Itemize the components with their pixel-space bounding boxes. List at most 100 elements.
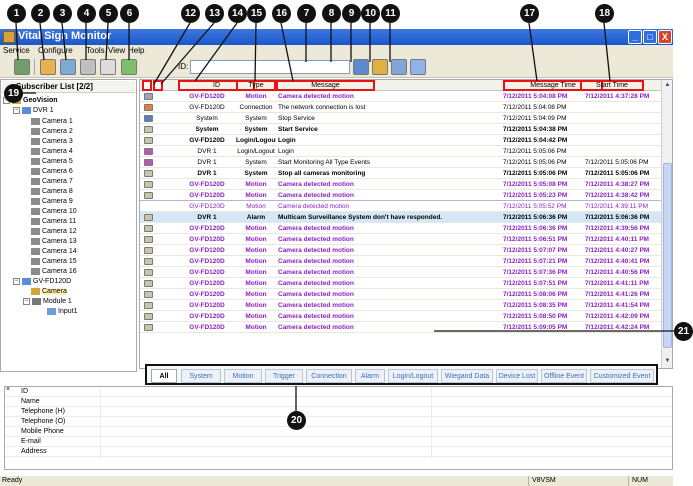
table-row[interactable]: GV-FD120D Motion Camera detected motion 7/1… [140,179,662,190]
table-row[interactable]: GV-FD120D Login/Logout Login 7/12/2011 5:04… [140,135,662,146]
table-row[interactable]: GV-FD120D Motion Camera detected motion 7/1… [140,234,662,245]
export-icon[interactable] [121,59,137,75]
menu-service[interactable]: Service [3,46,30,55]
start-service-icon[interactable] [14,59,30,75]
collapse-icon[interactable]: − [13,106,20,114]
tree-node-camera[interactable]: Camera 11 [31,217,76,227]
menu-configure[interactable]: Configure [38,46,73,55]
tab-wiegand-data[interactable]: Wiegand Data [441,369,493,383]
menu-view[interactable]: View [108,46,125,55]
table-row[interactable]: GV-FD120D Motion Camera detected motion 7/1… [140,322,662,333]
id-search-input[interactable] [190,60,350,74]
tree-node-input[interactable]: Input1 [47,307,77,317]
collapse-icon[interactable]: − [23,297,30,305]
app-icon [3,31,15,43]
tab-connection[interactable]: Connection [306,369,352,383]
filter-funnel-icon[interactable] [142,80,152,91]
subscriber-tree-panel[interactable]: Subscriber List [2/2] −GeoVision −DVR 1 … [0,79,137,372]
tree-node-dvr1[interactable]: − DVR 1 [13,106,54,116]
table-scrollbar[interactable]: ▲ ▼ [661,80,672,368]
tree-node-camera[interactable]: Camera 1 [31,117,73,127]
table-row[interactable]: DVR 1 Login/Logout Login 7/12/2011 5:05:06 … [140,146,662,157]
column-header-type[interactable]: Type [236,80,276,91]
tree-node-camera[interactable]: Camera 6 [31,167,73,177]
minimize-button[interactable]: _ [628,30,642,44]
title-bar[interactable]: Vital Sign Monitor _ □ X [0,29,673,45]
tab-all[interactable]: All [151,369,177,383]
filter-icon[interactable] [372,59,388,75]
tree-node-camera[interactable]: Camera 8 [31,187,73,197]
tree-node-gv-fd120d[interactable]: − GV-FD120D [13,277,71,287]
tree-node-camera[interactable]: Camera 7 [31,177,73,187]
event-type-tabs: All System Motion Trigger Connection Ala… [145,364,658,385]
cell-message: Stop all cameras monitoring [278,170,366,177]
column-header-start-time[interactable]: Start Time [580,80,644,91]
table-row[interactable]: GV-FD120D Motion Camera detected motion 7/1… [140,267,662,278]
cell-start-time: 7/12/2011 4:40:41 PM [585,258,650,265]
tree-node-camera[interactable]: Camera 9 [31,197,73,207]
tree-node-camera[interactable]: Camera 2 [31,127,73,137]
tree-node-camera[interactable]: Camera 3 [31,137,73,147]
clear-icon[interactable] [153,80,163,91]
tab-trigger[interactable]: Trigger [265,369,303,383]
column-header-message[interactable]: Message [276,80,375,91]
close-button[interactable]: X [658,30,672,44]
tab-alarm[interactable]: Alarm [355,369,385,383]
tab-customized-event[interactable]: Customized Event [590,369,654,383]
table-row[interactable]: GV-FD120D Motion Camera detected motion 7/1… [140,278,662,289]
menu-help[interactable]: Help [128,46,144,55]
table-row[interactable]: GV-FD120D Motion Camera detected motion 7/1… [140,190,662,201]
tab-offline-event[interactable]: Offline Event [541,369,587,383]
cell-message-time: 7/12/2011 5:05:06 PM [503,170,568,177]
tree-node-camera[interactable]: Camera 5 [31,157,73,167]
tab-device-lost[interactable]: Device Lost [496,369,538,383]
cell-id: GV-FD120D [189,137,225,144]
tree-node-camera[interactable]: Camera 10 [31,207,77,217]
monitor-icon[interactable] [391,59,407,75]
tree-node-camera[interactable]: Camera 16 [31,267,77,277]
cell-type: Motion [245,93,267,100]
subscriber-icon[interactable] [40,59,56,75]
table-row[interactable]: GV-FD120D Motion Camera detected motion 7/1… [140,300,662,311]
tab-system[interactable]: System [181,369,221,383]
scroll-thumb[interactable] [663,163,672,348]
collapse-icon[interactable]: − [13,277,20,285]
disabled-icon[interactable] [100,59,116,75]
table-row[interactable]: DVR 1 Alarm Multicam Surveillance System d… [140,212,662,223]
table-row[interactable]: DVR 1 System Stop all cameras monitoring 7/… [140,168,662,179]
event-type-icon [144,192,153,199]
table-row[interactable]: GV-FD120D Motion Camera detected motion 7/1… [140,245,662,256]
table-row[interactable]: DVR 1 System Start Monitoring All Type Eve… [140,157,662,168]
table-row[interactable]: GV-FD120D Motion Camera detected motion 7/1… [140,256,662,267]
tree-node-camera[interactable]: Camera 12 [31,227,77,237]
setup-icon[interactable] [80,59,96,75]
column-icon[interactable] [410,59,426,75]
tree-node-camera-selected[interactable]: Camera [31,287,67,297]
tab-motion[interactable]: Motion [224,369,262,383]
table-row[interactable]: GV-FD120D Motion Camera detected motion 7/1… [140,91,662,102]
scroll-down-icon[interactable]: ▼ [663,357,672,366]
tree-node-module[interactable]: − Module 1 [23,297,72,307]
network-icon[interactable] [60,59,76,75]
table-row[interactable]: GV-FD120D Motion Camera detected motion 7/1… [140,311,662,322]
tree-node-camera[interactable]: Camera 13 [31,237,77,247]
detail-close-icon[interactable]: × [6,386,10,393]
cell-type: System [245,159,267,166]
event-table[interactable]: ID Type Message Message Time Start Time … [139,79,673,369]
tab-login-logout[interactable]: Login/Logout [388,369,438,383]
tree-node-camera[interactable]: Camera 14 [31,247,77,257]
scroll-up-icon[interactable]: ▲ [663,81,672,90]
camera-icon [31,117,40,125]
tree-node-camera[interactable]: Camera 15 [31,257,77,267]
maximize-button[interactable]: □ [643,30,657,44]
table-row[interactable]: GV-FD120D Motion Camera detected motion 7/1… [140,289,662,300]
table-row[interactable]: GV-FD120D Connection The network connectio… [140,102,662,113]
menu-tools[interactable]: Tools [86,46,105,55]
find-icon[interactable] [353,59,369,75]
table-row[interactable]: GV-FD120D Motion Camera detected motion 7/1… [140,200,663,213]
table-row[interactable]: GV-FD120D Motion Camera detected motion 7/1… [140,223,662,234]
cell-message: Camera detected motion [278,324,354,331]
table-row[interactable]: System System Stop Service 7/12/2011 5:04:0… [140,113,662,124]
table-row[interactable]: System System Start Service 7/12/2011 5:04:… [140,124,662,135]
tree-node-camera[interactable]: Camera 4 [31,147,73,157]
